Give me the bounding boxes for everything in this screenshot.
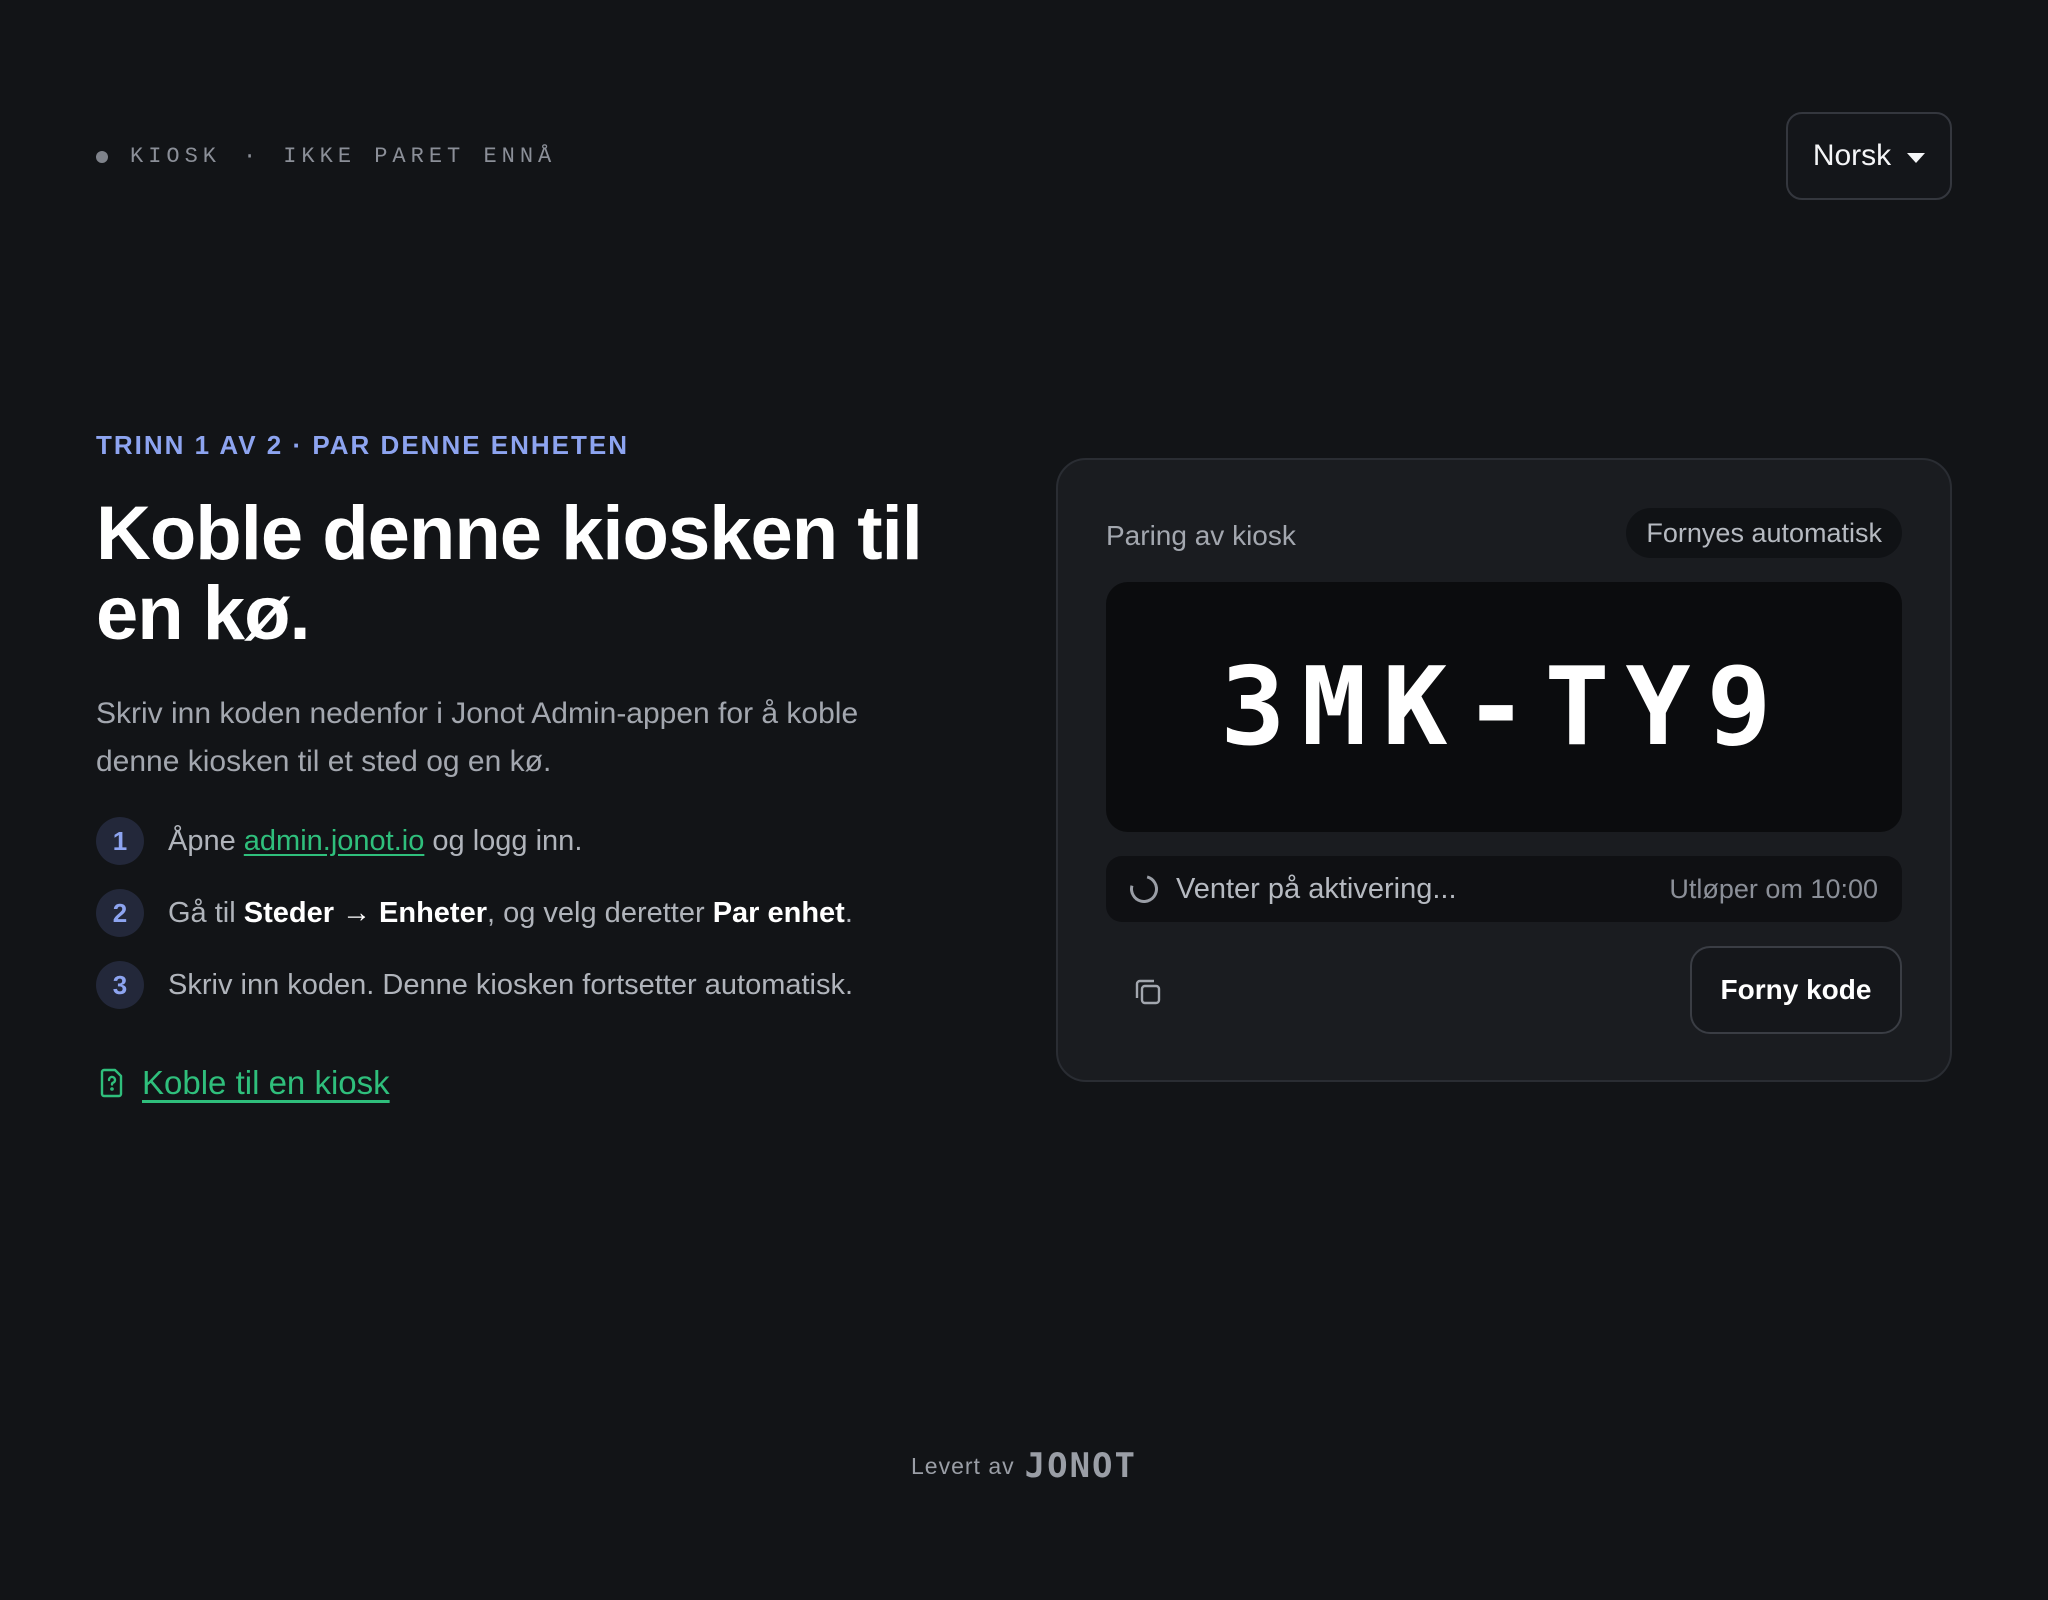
- chevron-down-icon: [1907, 153, 1926, 163]
- step-suffix: .: [844, 896, 853, 929]
- instruction-list: 1 Åpne admin.jonot.io og logg inn. 2 Gå …: [96, 816, 853, 1032]
- connect-kiosk-label: Koble til en kiosk: [142, 1064, 390, 1101]
- instruction-step-3: 3 Skriv inn koden. Denne kiosken fortset…: [96, 960, 853, 1010]
- step-number: 3: [96, 961, 144, 1009]
- language-value: Norsk: [1812, 139, 1892, 172]
- pair-device-label: Par enhet: [712, 896, 845, 929]
- activation-status: Venter på aktivering... Utløper om 10:00: [1106, 856, 1902, 922]
- status-dot: [96, 150, 108, 163]
- kiosk-status: KIOSK · IKKE PARET ENNÅ: [96, 144, 556, 169]
- step-number: 2: [96, 889, 144, 937]
- expiry-countdown: Utløper om 10:00: [1669, 873, 1878, 904]
- arrow-right-icon: →: [342, 896, 372, 929]
- pairing-code-box: 3MK-TY9: [1106, 582, 1902, 832]
- pairing-card: Paring av kiosk Fornyes automatisk 3MK-T…: [1056, 458, 1952, 1082]
- instruction-step-1: 1 Åpne admin.jonot.io og logg inn.: [96, 816, 853, 866]
- instruction-step-2: 2 Gå til Steder → Enheter, og velg derette…: [96, 888, 853, 938]
- spinner-icon: [1124, 869, 1164, 909]
- step-number: 1: [96, 817, 144, 865]
- pairing-code: 3MK-TY9: [1220, 644, 1788, 770]
- step-suffix: og logg inn.: [424, 824, 583, 857]
- copy-code-button[interactable]: [1124, 968, 1172, 1016]
- footer: Levert av JONOT: [0, 1446, 2048, 1486]
- card-title: Paring av kiosk: [1106, 520, 1296, 551]
- step-text: Skriv inn koden. Denne kiosken fortsette…: [168, 968, 854, 1001]
- copy-icon: [1135, 979, 1161, 1005]
- lead-text: Skriv inn koden nedenfor i Jonot Admin-a…: [96, 697, 859, 778]
- step-text: Gå til Steder → Enheter, og velg deretter …: [168, 897, 853, 930]
- auto-renew-badge: Fornyes automatisk: [1626, 508, 1902, 558]
- status-separator: ·: [243, 144, 262, 169]
- step-prefix: Åpne: [168, 824, 244, 857]
- step-eyebrow: TRINN 1 AV 2 · PAR DENNE ENHETEN: [96, 430, 630, 460]
- help-document-icon: [100, 1068, 123, 1098]
- step-middle: , og velg deretter: [487, 896, 713, 929]
- status-label: KIOSK: [130, 144, 222, 169]
- devices-label: Enheter: [379, 896, 487, 929]
- waiting-text: Venter på aktivering...: [1176, 872, 1457, 905]
- step-text: Åpne admin.jonot.io og logg inn.: [168, 825, 582, 858]
- language-select[interactable]: Norsk: [1786, 112, 1952, 200]
- pair-status: IKKE PARET ENNÅ: [283, 144, 557, 169]
- jonot-logo: JONOT: [1024, 1446, 1137, 1486]
- step-prefix: Gå til: [168, 896, 244, 929]
- places-label: Steder: [243, 896, 335, 929]
- page-title: Koble denne kiosken til en kø.: [96, 491, 923, 656]
- renew-code-button[interactable]: Forny kode: [1690, 946, 1902, 1034]
- connect-kiosk-link[interactable]: Koble til en kiosk: [96, 1064, 390, 1102]
- powered-by-label: Levert av: [911, 1452, 1015, 1479]
- admin-link[interactable]: admin.jonot.io: [244, 825, 425, 857]
